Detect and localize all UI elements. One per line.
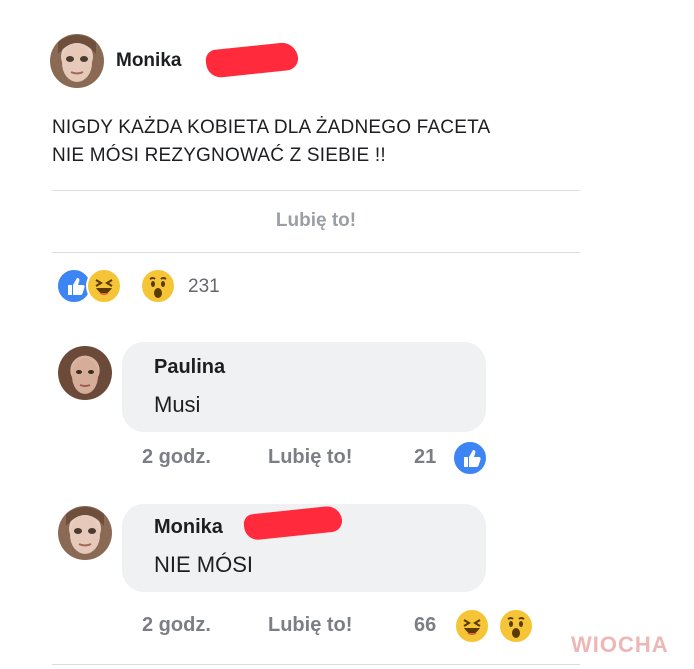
post-text: NIGDY KAŻDA KOBIETA DLA ŻADNEGO FACETA N… — [52, 114, 612, 170]
avatar-face-icon — [58, 35, 96, 82]
comment-reaction-count: 66 — [414, 614, 437, 636]
divider-bottom — [52, 252, 580, 253]
comment-author-name[interactable]: Paulina — [154, 356, 225, 379]
comment-author-name[interactable]: Monika — [154, 516, 223, 539]
divider-top — [52, 190, 580, 191]
post-author-avatar[interactable] — [50, 34, 104, 88]
comment-like-button[interactable]: Lubię to! — [268, 614, 352, 637]
haha-icon — [86, 268, 122, 304]
wow-icon — [498, 608, 534, 644]
comment-like-button[interactable]: Lubię to! — [268, 446, 352, 469]
comment-text: NIE MÓSI — [154, 552, 254, 577]
post-like-button[interactable]: Lubię to! — [52, 210, 580, 232]
comment-text: Musi — [154, 392, 201, 417]
post-reaction-count: 231 — [188, 276, 220, 297]
comment-reaction-count: 21 — [414, 446, 437, 468]
comment-time[interactable]: 2 godz. — [142, 446, 211, 469]
post-text-line-1: NIGDY KAŻDA KOBIETA DLA ŻADNEGO FACETA — [52, 117, 491, 138]
comment-time[interactable]: 2 godz. — [142, 614, 211, 637]
redaction-mark — [204, 41, 300, 79]
post-text-line-2: NIE MÓSI REZYGNOWAĆ Z SIEBIE !! — [52, 145, 386, 166]
like-icon — [452, 440, 488, 476]
haha-icon — [454, 608, 490, 644]
comment-author-avatar[interactable] — [58, 346, 112, 400]
divider-footer — [52, 664, 580, 665]
comment-author-avatar[interactable] — [58, 506, 112, 560]
avatar-face-icon — [66, 507, 104, 554]
watermark: WIOCHA — [571, 632, 669, 657]
wow-icon — [140, 268, 176, 304]
avatar-face-icon — [72, 358, 98, 394]
post-author-name[interactable]: Monika — [116, 50, 181, 72]
